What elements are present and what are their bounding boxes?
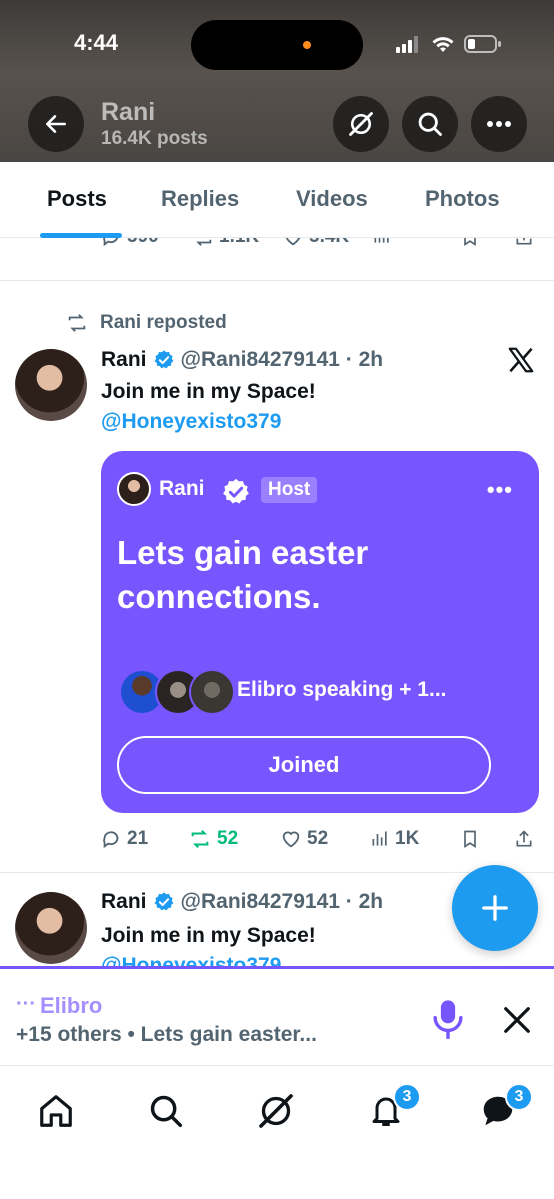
joined-button[interactable]: Joined	[117, 736, 491, 794]
back-arrow-icon	[46, 115, 66, 133]
tab-videos[interactable]: Videos	[296, 186, 368, 212]
player-speaker-name: Elibro	[40, 993, 103, 1018]
space-title: Lets gain easter connections.	[117, 534, 369, 615]
tab-photos[interactable]: Photos	[425, 186, 500, 212]
x-logo-icon	[508, 347, 534, 373]
tab-replies[interactable]: Replies	[161, 186, 239, 212]
post-author-row: Rani @Rani84279141 · 2h	[101, 348, 383, 372]
views-action[interactable]	[372, 238, 392, 246]
like-action[interactable]: 52	[280, 828, 328, 850]
reply-icon	[103, 831, 119, 849]
recording-indicator	[303, 41, 311, 49]
prev-post-actions: 590 1.1K 5.4K	[100, 238, 540, 256]
search-icon	[150, 1095, 182, 1127]
speaker-avatars	[119, 669, 235, 717]
close-icon[interactable]	[502, 1005, 532, 1035]
author-name[interactable]: Rani	[101, 348, 147, 372]
header-name: Rani	[101, 98, 156, 126]
repost-indicator: Rani reposted	[64, 312, 227, 334]
views-action[interactable]: 1K	[370, 828, 419, 850]
space-card[interactable]: Rani Host ••• Lets gain easter connectio…	[101, 451, 539, 813]
post-text: Join me in my Space!	[101, 380, 316, 403]
host-name: Rani	[159, 477, 205, 500]
avatar[interactable]	[15, 349, 87, 421]
repost-icon	[68, 314, 86, 332]
home-icon	[40, 1095, 72, 1127]
tab-posts[interactable]: Posts	[47, 186, 107, 212]
share-icon	[516, 830, 532, 847]
verified-badge-icon	[154, 892, 173, 911]
wifi-icon	[432, 37, 454, 52]
battery-icon	[464, 35, 501, 53]
back-button[interactable]	[28, 96, 84, 152]
cellular-signal-icon	[396, 36, 418, 53]
verified-badge-icon	[154, 350, 173, 369]
speaking-status: Elibro speaking + 1...	[237, 678, 447, 701]
divider	[0, 280, 554, 281]
space-mini-player[interactable]: ··· Elibro +15 others • Lets gain easter…	[0, 966, 554, 1066]
repost-action[interactable]: 1.1K	[192, 238, 259, 248]
post-text: Join me in my Space!	[101, 924, 316, 947]
messages-badge: 3	[505, 1083, 533, 1111]
verified-badge-icon	[223, 478, 249, 504]
heart-icon	[285, 238, 301, 246]
share-icon	[516, 238, 532, 245]
heart-icon	[282, 831, 300, 848]
more-dots-icon	[487, 121, 511, 127]
grok-icon	[259, 1094, 293, 1128]
reply-action[interactable]: 21	[100, 828, 148, 850]
bookmark-action[interactable]	[460, 828, 480, 850]
search-icon	[418, 112, 442, 136]
author-name[interactable]: Rani	[101, 890, 147, 914]
bookmark-icon	[464, 830, 476, 849]
author-handle-time: @Rani84279141 · 2h	[180, 348, 384, 371]
microphone-icon[interactable]	[430, 999, 466, 1039]
share-action[interactable]	[514, 238, 534, 248]
home-tab[interactable]	[34, 1089, 78, 1133]
status-time: 4:44	[74, 30, 119, 55]
grok-button[interactable]	[333, 96, 389, 152]
space-more-button[interactable]: •••	[487, 477, 513, 503]
repost-icon	[196, 239, 212, 246]
status-icons	[396, 34, 502, 54]
timeline[interactable]: 590 1.1K 5.4K Rani reposted Rani	[0, 238, 554, 968]
author-handle-time: @Rani84279141 · 2h	[180, 890, 384, 913]
header-post-count: 16.4K posts	[101, 128, 208, 149]
share-action[interactable]	[514, 828, 534, 850]
views-icon	[372, 831, 387, 846]
player-subtitle: +15 others • Lets gain easter...	[16, 1023, 317, 1046]
profile-header: 4:44 Rani 16.4K posts	[0, 0, 554, 162]
reply-icon	[103, 238, 118, 247]
reply-action[interactable]: 590	[100, 238, 159, 248]
plus-icon	[482, 895, 508, 921]
dynamic-island	[191, 20, 363, 70]
post-author-row: Rani @Rani84279141 · 2h	[101, 890, 383, 914]
grok-tab[interactable]	[254, 1089, 298, 1133]
bookmark-action[interactable]	[460, 238, 480, 248]
more-options-button[interactable]	[471, 96, 527, 152]
views-icon	[374, 238, 389, 243]
repost-action[interactable]: 52	[188, 828, 238, 850]
avatar[interactable]	[15, 892, 87, 964]
search-button[interactable]	[402, 96, 458, 152]
mention-link[interactable]: @Honeyexisto379	[101, 410, 281, 434]
compose-button[interactable]	[452, 865, 538, 951]
host-avatar	[117, 472, 151, 506]
explore-tab[interactable]	[144, 1089, 188, 1133]
post-actions: 21 52 52 1K	[100, 828, 540, 858]
speaking-dots: ···	[16, 993, 36, 1015]
notifications-badge: 3	[393, 1083, 421, 1111]
speaker-avatar	[189, 669, 235, 715]
bottom-navigation: 3 3	[0, 1067, 554, 1199]
repost-icon	[191, 830, 209, 848]
bookmark-icon	[464, 238, 476, 247]
host-badge: Host	[261, 477, 318, 503]
like-action[interactable]: 5.4K	[282, 238, 349, 248]
profile-tabs: Posts Replies Videos Photos	[0, 162, 554, 238]
grok-icon	[349, 112, 373, 136]
